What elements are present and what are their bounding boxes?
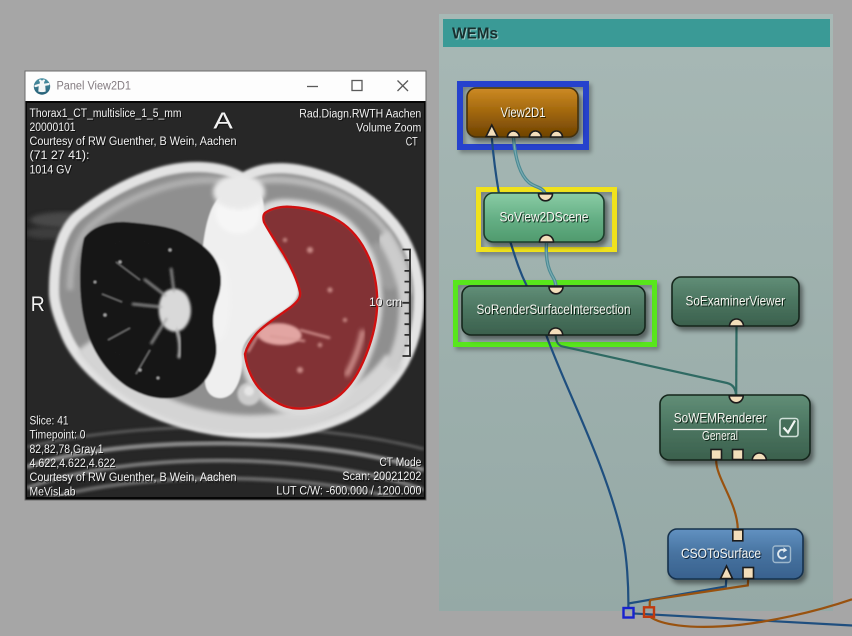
svg-text:SoView2DScene: SoView2DScene	[500, 209, 589, 225]
svg-text:CT Mode: CT Mode	[379, 457, 421, 469]
svg-text:1014 GV: 1014 GV	[30, 164, 72, 176]
svg-text:Thorax1_CT_multislice_1_5_mm: Thorax1_CT_multislice_1_5_mm	[30, 108, 182, 120]
svg-text:WEMs: WEMs	[452, 26, 498, 43]
svg-text:10 cm: 10 cm	[369, 297, 402, 309]
svg-text:Timepoint: 0: Timepoint: 0	[30, 430, 86, 442]
svg-text:LUT C/W: -600.000 / 1200.000: LUT C/W: -600.000 / 1200.000	[276, 485, 421, 497]
svg-text:Panel View2D1: Panel View2D1	[57, 81, 132, 93]
svg-text:View2D1: View2D1	[501, 104, 546, 120]
svg-text:(71 27 41):: (71 27 41):	[30, 150, 90, 162]
svg-text:SoWEMRenderer: SoWEMRenderer	[674, 410, 767, 426]
svg-text:MeVisLab: MeVisLab	[30, 486, 76, 498]
svg-text:20000101: 20000101	[30, 122, 76, 134]
svg-text:SoExaminerViewer: SoExaminerViewer	[686, 293, 786, 309]
svg-text:General: General	[702, 429, 738, 443]
svg-text:CT: CT	[406, 137, 418, 149]
svg-text:Slice: 41: Slice: 41	[30, 415, 69, 427]
svg-text:82,82,78,Gray,1: 82,82,78,Gray,1	[30, 444, 104, 456]
svg-text:Scan: 20021202: Scan: 20021202	[342, 471, 421, 483]
svg-text:A: A	[213, 107, 233, 133]
svg-text:CSOToSurface: CSOToSurface	[681, 545, 761, 561]
svg-text:Volume Zoom: Volume Zoom	[356, 123, 421, 135]
svg-text:R: R	[31, 293, 45, 316]
svg-text:SoRenderSurfaceIntersection: SoRenderSurfaceIntersection	[477, 301, 631, 317]
svg-text:Rad.Diagn.RWTH Aachen: Rad.Diagn.RWTH Aachen	[299, 109, 421, 121]
svg-text:Courtesy of RW Guenther, B Wei: Courtesy of RW Guenther, B Wein, Aachen	[30, 136, 237, 148]
svg-text:4.622,4.622,4.622: 4.622,4.622,4.622	[30, 458, 116, 470]
svg-text:Courtesy of RW Guenther, B Wei: Courtesy of RW Guenther, B Wein, Aachen	[30, 472, 237, 484]
